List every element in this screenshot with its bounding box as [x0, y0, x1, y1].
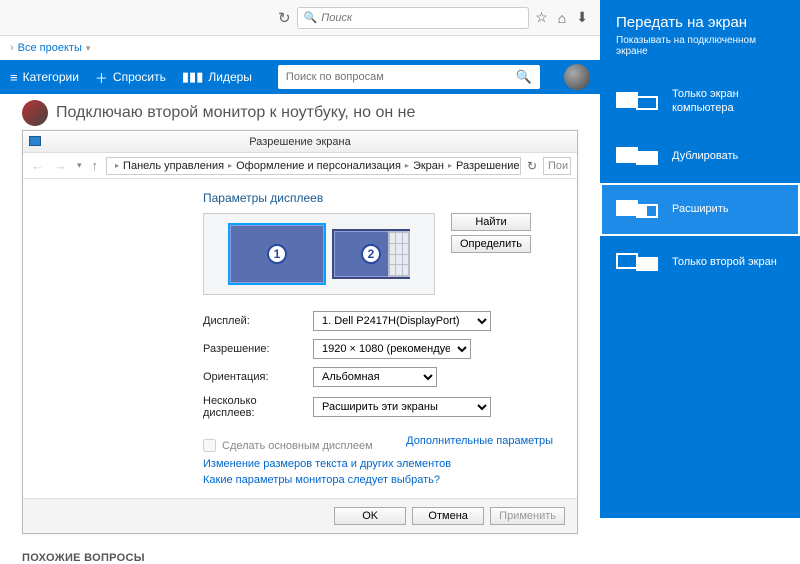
project-option-duplicate[interactable]: Дублировать — [600, 130, 800, 183]
address-bar[interactable]: ▸ Панель управления ▸ Оформление и персо… — [106, 157, 521, 175]
chevron-right-icon: ▸ — [115, 161, 119, 170]
question-header: Подключаю второй монитор к ноутбуку, но … — [22, 100, 578, 126]
dialog-footer: OK Отмена Применить — [23, 498, 577, 533]
extend-icon — [616, 198, 660, 222]
crumb-all-projects[interactable]: Все проекты — [18, 42, 82, 54]
tablet-keypad-icon — [388, 231, 410, 277]
project-title: Передать на экран — [616, 14, 784, 31]
path-appearance[interactable]: Оформление и персонализация — [236, 160, 401, 172]
find-button[interactable]: Найти — [451, 213, 531, 231]
question-title: Подключаю второй монитор к ноутбуку, но … — [56, 104, 415, 122]
monitor-2[interactable]: 2 — [332, 229, 410, 279]
path-resolution[interactable]: Разрешение экрана — [456, 160, 521, 172]
asker-avatar[interactable] — [22, 100, 48, 126]
resolution-label: Разрешение: — [203, 343, 303, 355]
apply-button[interactable]: Применить — [490, 507, 565, 525]
ok-button[interactable]: OK — [334, 507, 406, 525]
duplicate-icon — [616, 145, 660, 169]
path-display[interactable]: Экран — [413, 160, 444, 172]
avatar[interactable] — [564, 64, 590, 90]
text-size-link[interactable]: Изменение размеров текста и других элеме… — [203, 458, 553, 470]
project-option-label: Только экран компьютера — [672, 88, 786, 116]
chevron-icon: › — [10, 42, 14, 54]
section-title: Параметры дисплеев — [203, 191, 553, 205]
project-option-pc-only[interactable]: Только экран компьютера — [600, 73, 800, 130]
pocket-icon[interactable]: ⌂ — [558, 10, 566, 26]
second-only-icon — [616, 251, 660, 275]
search-icon[interactable]: 🔍 — [516, 69, 532, 85]
similar-questions-heading: ПОХОЖИЕ ВОПРОСЫ — [22, 552, 578, 564]
monitor-number-1: 1 — [267, 244, 287, 264]
browser-search[interactable]: 🔍 — [297, 7, 530, 29]
plus-icon: ＋ — [95, 68, 108, 87]
window-title: Разрешение экрана — [249, 136, 350, 148]
nav-leaders-label: Лидеры — [208, 70, 252, 84]
monitor-params-link[interactable]: Какие параметры монитора следует выбрать… — [203, 474, 553, 486]
screen-resolution-window: Разрешение экрана ← → ▾ ↑ ▸ Панель управ… — [22, 130, 578, 534]
resolution-select[interactable]: 1920 × 1080 (рекомендуется) — [313, 339, 471, 359]
chevron-right-icon: ▸ — [228, 161, 232, 170]
explorer-search[interactable]: Пои — [543, 157, 571, 175]
project-option-extend[interactable]: Расширить — [600, 183, 800, 236]
project-option-label: Дублировать — [672, 150, 738, 164]
monitor-1[interactable]: 1 — [228, 223, 326, 285]
chevron-right-icon: ▸ — [448, 161, 452, 170]
refresh-icon[interactable]: ↻ — [527, 159, 537, 173]
question-search-input[interactable] — [286, 71, 516, 83]
question-search[interactable]: 🔍 — [278, 65, 540, 89]
chevron-right-icon: ▸ — [405, 161, 409, 170]
reload-icon[interactable] — [278, 9, 291, 27]
monitor-number-2: 2 — [361, 244, 381, 264]
primary-display-label: Сделать основным дисплеем — [222, 440, 373, 452]
display-label: Дисплей: — [203, 315, 303, 327]
download-icon[interactable]: ⬇ — [576, 9, 588, 26]
list-icon: ≡ — [10, 70, 18, 85]
pc-only-icon — [616, 90, 660, 114]
up-button[interactable]: ↑ — [90, 158, 101, 173]
back-button[interactable]: ← — [29, 158, 46, 173]
project-panel: Передать на экран Показывать на подключе… — [600, 0, 800, 518]
nav-ask[interactable]: ＋ Спросить — [95, 68, 166, 87]
browser-toolbar: 🔍 ☆ ⌂ ⬇ — [0, 0, 600, 36]
window-titlebar: Разрешение экрана — [23, 131, 577, 153]
project-option-second-only[interactable]: Только второй экран — [600, 236, 800, 289]
primary-display-checkbox-row[interactable]: Сделать основным дисплеем — [203, 439, 373, 452]
project-subtitle: Показывать на подключенном экране — [616, 35, 784, 57]
display-select[interactable]: 1. Dell P2417H(DisplayPort) — [313, 311, 491, 331]
orientation-label: Ориентация: — [203, 371, 303, 383]
multi-display-select[interactable]: Расширить эти экраны — [313, 397, 491, 417]
nav-leaders[interactable]: ▮▮▮ Лидеры — [182, 69, 252, 85]
browser-search-input[interactable] — [321, 12, 522, 24]
cancel-button[interactable]: Отмена — [412, 507, 484, 525]
explorer-toolbar: ← → ▾ ↑ ▸ Панель управления ▸ Оформление… — [23, 153, 577, 179]
project-option-label: Только второй экран — [672, 256, 777, 270]
nav-categories-label: Категории — [23, 70, 79, 84]
multi-display-label: Несколько дисплеев: — [203, 395, 303, 419]
path-control-panel[interactable]: Панель управления — [123, 160, 224, 172]
explorer-search-placeholder: Пои — [548, 160, 568, 172]
identify-button[interactable]: Определить — [451, 235, 531, 253]
star-icon[interactable]: ☆ — [535, 9, 548, 26]
bar-chart-icon: ▮▮▮ — [182, 69, 203, 85]
site-breadcrumb: › Все проекты ▾ — [0, 36, 600, 60]
dropdown-chevron-icon[interactable]: ▾ — [86, 43, 91, 54]
project-option-label: Расширить — [672, 203, 729, 217]
primary-display-checkbox[interactable] — [203, 439, 216, 452]
nav-ask-label: Спросить — [113, 70, 166, 84]
tab-area — [8, 0, 272, 35]
history-dropdown[interactable]: ▾ — [75, 160, 84, 171]
orientation-select[interactable]: Альбомная — [313, 367, 437, 387]
search-icon: 🔍 — [304, 11, 318, 24]
advanced-settings-link[interactable]: Дополнительные параметры — [406, 435, 553, 447]
display-arrangement[interactable]: 1 2 — [203, 213, 435, 295]
site-nav: ≡ Категории ＋ Спросить ▮▮▮ Лидеры 🔍 — [0, 60, 600, 94]
monitor-icon — [29, 136, 41, 146]
nav-categories[interactable]: ≡ Категории — [10, 70, 79, 85]
forward-button[interactable]: → — [52, 158, 69, 173]
